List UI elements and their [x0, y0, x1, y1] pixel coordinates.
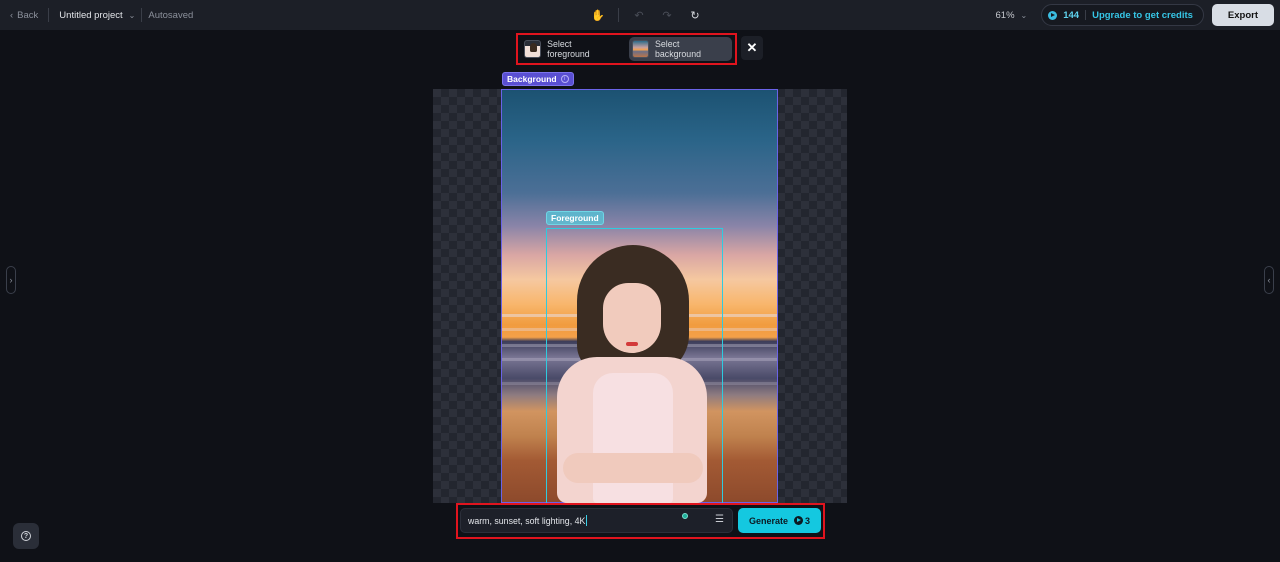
toolbar-right: 61% ⌄ 144 Upgrade to get credits Export: [996, 0, 1274, 30]
credit-count: 144: [1063, 9, 1080, 21]
select-background-label: Select background: [655, 39, 701, 59]
divider: [48, 8, 50, 22]
divider: [141, 8, 143, 22]
divider: [1085, 10, 1087, 20]
upgrade-link[interactable]: Upgrade to get credits: [1092, 10, 1193, 21]
refresh-icon[interactable]: ↻: [687, 7, 703, 23]
toolbar-center: ✋ ↶ ↷ ↻: [590, 0, 703, 30]
divider: [618, 8, 619, 22]
chevron-down-icon: ⌄: [1020, 10, 1028, 20]
prompt-text: warm, sunset, soft lighting, 4K: [468, 515, 586, 526]
layer-selector: Select foreground Select background: [516, 33, 737, 65]
generate-label: Generate: [748, 515, 788, 526]
info-icon[interactable]: i: [560, 75, 569, 83]
hand-icon[interactable]: ✋: [590, 7, 606, 23]
right-panel-toggle[interactable]: ‹: [1264, 266, 1274, 294]
project-name-dropdown[interactable]: Untitled project ⌄: [59, 10, 135, 21]
foreground-layer-label[interactable]: Foreground: [546, 211, 604, 225]
zoom-dropdown[interactable]: 61% ⌄: [996, 10, 1028, 21]
generate-button[interactable]: Generate 3: [738, 508, 821, 533]
background-layer-label[interactable]: Background i: [502, 72, 574, 86]
help-icon: ?: [21, 531, 31, 541]
sliders-icon[interactable]: ☰: [715, 514, 727, 526]
chevron-left-icon: ‹: [1267, 275, 1271, 285]
text-caret: [586, 515, 588, 526]
help-button[interactable]: ?: [13, 523, 39, 549]
generate-cost-value: 3: [805, 515, 811, 526]
chevron-left-icon: ‹: [10, 9, 14, 21]
top-toolbar: ‹ Back Untitled project ⌄ Autosaved ✋ ↶ …: [0, 0, 1280, 30]
chevron-right-icon: ›: [9, 275, 13, 285]
project-name: Untitled project: [59, 9, 123, 21]
select-foreground-button[interactable]: Select foreground: [521, 37, 621, 61]
select-background-button[interactable]: Select background: [628, 37, 732, 61]
back-label: Back: [17, 9, 39, 21]
redo-icon[interactable]: ↷: [659, 7, 675, 23]
undo-icon[interactable]: ↶: [631, 7, 647, 23]
foreground-thumbnail: [524, 40, 542, 58]
generate-cost: 3: [794, 516, 810, 526]
toolbar-left: ‹ Back Untitled project ⌄ Autosaved: [10, 0, 193, 30]
close-icon[interactable]: ✕: [741, 36, 763, 60]
select-foreground-label: Select foreground: [547, 39, 590, 59]
back-button[interactable]: ‹ Back: [10, 10, 38, 21]
left-panel-toggle[interactable]: ›: [6, 266, 16, 294]
background-thumbnail: [631, 40, 650, 58]
foreground-selection-box[interactable]: [546, 228, 723, 504]
export-button[interactable]: Export: [1211, 4, 1274, 26]
credit-coin-icon: [794, 516, 803, 525]
status-dot-icon: [682, 513, 688, 519]
save-status: Autosaved: [148, 9, 194, 21]
credit-coin-icon: [1048, 10, 1058, 20]
credits-pill[interactable]: 144 Upgrade to get credits: [1041, 4, 1204, 26]
background-label-text: Background: [507, 74, 557, 84]
chevron-down-icon: ⌄: [128, 10, 136, 20]
zoom-level: 61%: [995, 9, 1015, 21]
prompt-input[interactable]: warm, sunset, soft lighting, 4K: [460, 508, 733, 533]
